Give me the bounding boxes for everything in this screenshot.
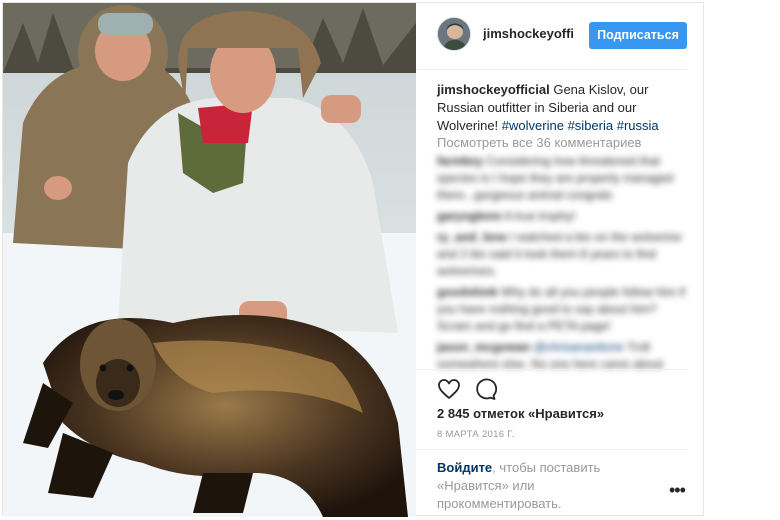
photo-illustration: [3, 3, 416, 517]
avatar-image: [438, 18, 470, 50]
more-options-icon[interactable]: •••: [669, 481, 686, 499]
comment-item: jason_mcgowan @chrisananitone Troll some…: [437, 339, 687, 373]
hashtag-siberia[interactable]: #siberia: [568, 118, 614, 133]
hashtag-russia[interactable]: #russia: [617, 118, 659, 133]
comment-mention[interactable]: @chrisananitone: [534, 340, 624, 354]
heart-icon[interactable]: [437, 377, 461, 401]
header-username[interactable]: jimshockeyoffic: [483, 26, 573, 41]
comment-item: goodshink Why do all you people follow h…: [437, 284, 687, 335]
post-side-panel: jimshockeyoffic Подписаться jimshockeyof…: [417, 3, 705, 517]
comment-text: A true trophy!: [504, 209, 576, 223]
likes-count[interactable]: 2 845 отметок «Нравится»: [437, 406, 604, 421]
comment-username[interactable]: jason_mcgowan: [437, 340, 530, 354]
post-date: 8 МАРТА 2016 Г.: [437, 429, 515, 440]
comment-item: farmkey Considering how threatened that …: [437, 153, 687, 204]
view-all-comments-link[interactable]: Посмотреть все 36 комментариев: [437, 135, 641, 150]
comment-username[interactable]: farmkey: [437, 154, 483, 168]
hashtag-wolverine[interactable]: #wolverine: [502, 118, 564, 133]
avatar[interactable]: [437, 17, 471, 51]
post-photo[interactable]: [3, 3, 416, 517]
login-link[interactable]: Войдите: [437, 460, 492, 475]
comment-username[interactable]: goodshink: [437, 285, 498, 299]
comment-icon[interactable]: [473, 377, 497, 401]
follow-button[interactable]: Подписаться: [589, 22, 687, 49]
comment-item: ry_and_lene I watched a bio on the wolve…: [437, 229, 687, 280]
post-header: jimshockeyoffic Подписаться: [417, 3, 687, 70]
instagram-post: jimshockeyoffic Подписаться jimshockeyof…: [2, 2, 705, 517]
post-caption: jimshockeyofficial Gena Kislov, our Russ…: [437, 81, 687, 135]
caption-username[interactable]: jimshockeyofficial: [437, 82, 550, 97]
comment-list: farmkey Considering how threatened that …: [437, 153, 687, 377]
divider: [417, 369, 687, 370]
comment-item: garyoglenn A true trophy!: [437, 208, 687, 225]
login-prompt: Войдите, чтобы поставить «Нравится» или …: [437, 459, 637, 513]
comment-username[interactable]: garyoglenn: [437, 209, 502, 223]
divider: [417, 449, 687, 450]
comment-username[interactable]: ry_and_lene: [437, 230, 507, 244]
